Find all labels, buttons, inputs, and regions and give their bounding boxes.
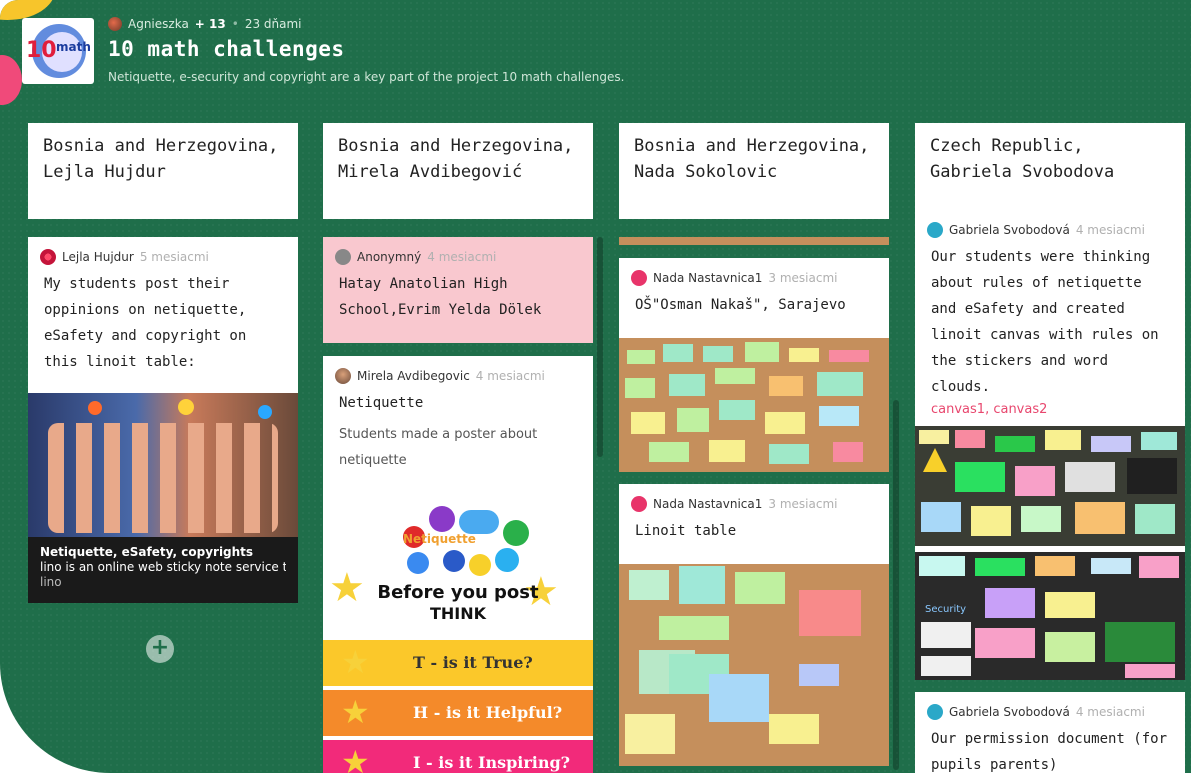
post-card[interactable]: Gabriela Svobodová 4 mesiacmi Our permis… [915, 692, 1185, 773]
preview-word-security: Security [925, 604, 967, 615]
column-header-gabriela[interactable]: Czech Republic, Gabriela Svobodova [915, 123, 1185, 219]
fingers-image [48, 423, 278, 533]
post-links: canvas1, canvas2 [931, 402, 1048, 417]
post-time: 4 mesiacmi [1075, 223, 1145, 237]
post-time: 3 mesiacmi [768, 497, 838, 511]
separator-dot: • [231, 17, 239, 31]
post-meta: Lejla Hujdur 5 mesiacmi [28, 237, 298, 265]
poster-image[interactable]: Netiquette ★ ★ Before you post THINK T -… [323, 498, 593, 773]
board-logo[interactable]: 10 math [22, 18, 94, 84]
user-avatar [927, 222, 943, 238]
post-card[interactable]: Nada Nastavnica1 3 mesiacmi OŠ"Osman Nak… [619, 258, 889, 472]
post-meta: Nada Nastavnica1 3 mesiacmi [619, 258, 889, 286]
column-header-nada[interactable]: Bosnia and Herzegovina, Nada Sokolovic [619, 123, 889, 219]
post-author[interactable]: Gabriela Svobodová [949, 223, 1070, 237]
column-scrollbar[interactable] [597, 237, 603, 457]
board-description: Netiquette, e-security and copyright are… [108, 70, 625, 84]
link-canvas1[interactable]: canvas1 [931, 402, 985, 417]
poster-brand: Netiquette [403, 532, 476, 546]
post-title: Netiquette [339, 395, 424, 411]
post-time: 3 mesiacmi [768, 271, 838, 285]
post-author[interactable]: Anonymný [357, 250, 421, 264]
board-age: 23 dňami [244, 17, 302, 31]
post-text: Linoit table [635, 523, 737, 539]
board-title: 10 math challenges [108, 37, 345, 61]
column-header-lejla[interactable]: Bosnia and Herzegovina, Lejla Hujdur [28, 123, 298, 219]
post-card[interactable]: Mirela Avdibegovic 4 mesiacmi Netiquette… [323, 356, 593, 773]
post-time: 5 mesiacmi [139, 250, 209, 264]
linoit-canvas-image[interactable] [619, 338, 889, 472]
post-author[interactable]: Nada Nastavnica1 [653, 497, 762, 511]
post-text: My students post their oppinions on neti… [44, 276, 247, 370]
post-meta: Anonymný 4 mesiacmi [323, 237, 593, 265]
user-avatar [631, 270, 647, 286]
post-card[interactable]: Nada Nastavnica1 3 mesiacmi Linoit table [619, 484, 889, 766]
post-meta: Nada Nastavnica1 3 mesiacmi [619, 484, 889, 512]
collaborators-count[interactable]: + 13 [195, 17, 226, 31]
anonymous-avatar [335, 249, 351, 265]
partial-card-edge [619, 237, 889, 245]
post-text: Our permission document (for pupils pare… [931, 731, 1168, 773]
post-time: 4 mesiacmi [1075, 705, 1145, 719]
post-card[interactable]: Gabriela Svobodová 4 mesiacmi Our studen… [915, 210, 1185, 680]
post-text: Hatay Anatolian High School,Evrim Yelda … [339, 276, 542, 318]
post-author[interactable]: Lejla Hujdur [62, 250, 134, 264]
poster-headline-2: THINK [429, 604, 487, 623]
post-author[interactable]: Gabriela Svobodová [949, 705, 1070, 719]
padlet-board: 10 math Agnieszka + 13 • 23 dňami 10 mat… [0, 0, 1191, 773]
warning-icon [923, 448, 947, 472]
author-line: Agnieszka + 13 • 23 dňami [108, 17, 302, 31]
post-meta: Gabriela Svobodová 4 mesiacmi [915, 210, 1185, 238]
star-icon: ★ [341, 743, 370, 773]
logo-word: math [56, 40, 91, 54]
post-card[interactable]: Anonymný 4 mesiacmi Hatay Anatolian High… [323, 237, 593, 343]
add-post-button[interactable]: + [146, 635, 174, 663]
post-author[interactable]: Nada Nastavnica1 [653, 271, 762, 285]
column-scrollbar[interactable] [893, 400, 899, 770]
star-icon: ★ [341, 643, 370, 681]
post-subtext: Students made a poster about netiquette [339, 427, 538, 468]
user-avatar [40, 249, 56, 265]
board-header: 10 math Agnieszka + 13 • 23 dňami 10 mat… [22, 15, 1172, 87]
link-site: lino [40, 575, 62, 589]
post-meta: Gabriela Svobodová 4 mesiacmi [915, 692, 1185, 720]
link-preview-caption[interactable]: Netiquette, eSafety, copyrights lino is … [28, 537, 298, 603]
user-avatar [631, 496, 647, 512]
canvas1-preview-image[interactable] [915, 426, 1185, 546]
link-preview-image[interactable] [28, 393, 298, 537]
star-icon: ★ [341, 693, 370, 731]
post-card[interactable]: Lejla Hujdur 5 mesiacmi My students post… [28, 237, 298, 603]
link-title: Netiquette, eSafety, copyrights [40, 545, 254, 559]
canvas2-preview-image[interactable]: Security [915, 552, 1185, 680]
post-time: 4 mesiacmi [427, 250, 497, 264]
author-name[interactable]: Agnieszka [128, 17, 189, 31]
post-text: OŠ"Osman Nakaš", Sarajevo [635, 297, 846, 313]
link-canvas2[interactable]: canvas2 [993, 402, 1047, 417]
link-description: lino is an online web sticky note servic… [40, 560, 286, 574]
post-text: Our students were thinking about rules o… [931, 249, 1159, 395]
author-avatar[interactable] [108, 17, 122, 31]
logo-number: 10 [26, 38, 57, 63]
post-meta: Mirela Avdibegovic 4 mesiacmi [323, 356, 593, 384]
post-author[interactable]: Mirela Avdibegovic [357, 369, 470, 383]
column-header-mirela[interactable]: Bosnia and Herzegovina, Mirela Avdibegov… [323, 123, 593, 219]
poster-headline: Before you post [377, 582, 539, 603]
user-avatar [927, 704, 943, 720]
decorative-pink-blob [0, 55, 22, 105]
post-time: 4 mesiacmi [475, 369, 545, 383]
linoit-canvas-image[interactable] [619, 564, 889, 766]
user-avatar [335, 368, 351, 384]
